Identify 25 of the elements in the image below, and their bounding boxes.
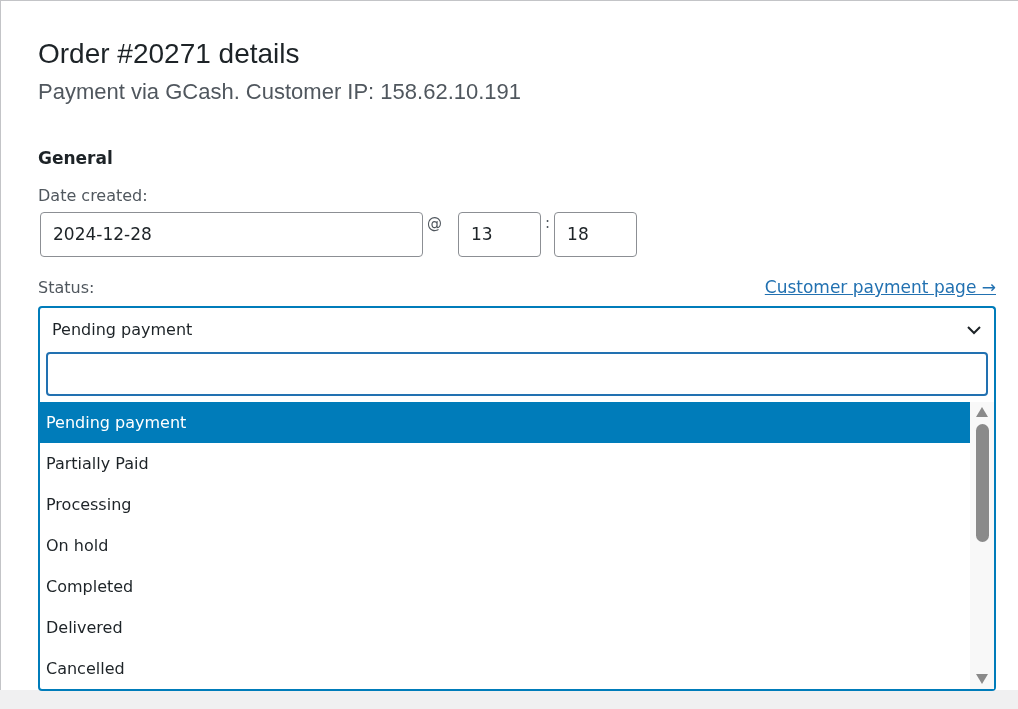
hour-field[interactable]: 13 [458, 212, 541, 257]
scrollbar[interactable] [970, 402, 994, 690]
customer-payment-link[interactable]: Customer payment page → [764, 275, 996, 301]
status-option[interactable]: Delivered [40, 607, 970, 649]
date-label: Date created: [38, 185, 149, 207]
minute-field[interactable]: 18 [554, 212, 638, 257]
section-heading: General [38, 147, 114, 168]
status-label: Status: [38, 277, 95, 300]
scroll-up-icon[interactable] [975, 406, 989, 419]
status-select[interactable]: Pending payment [38, 306, 996, 353]
payment-info: Payment via GCash. Customer IP: 158.62.10.191 [38, 77, 523, 106]
scroll-thumb[interactable] [975, 424, 989, 543]
status-option[interactable]: Completed [40, 566, 970, 608]
search-field[interactable] [46, 352, 988, 397]
scroll-down-icon[interactable] [975, 673, 989, 686]
status-option[interactable]: Processing [40, 484, 970, 526]
status-option[interactable]: Partially Paid [40, 443, 970, 485]
chevron-icon [966, 325, 982, 336]
date-field[interactable]: 2024-12-28 [40, 212, 423, 257]
at-sign: @ [427, 213, 442, 234]
time-separator: : [545, 213, 551, 234]
status-option[interactable]: Pending payment [40, 402, 970, 444]
status-option[interactable]: Cancelled [40, 648, 970, 690]
status-option[interactable]: On hold [40, 525, 970, 567]
order-title: Order #20271 details [38, 37, 301, 71]
